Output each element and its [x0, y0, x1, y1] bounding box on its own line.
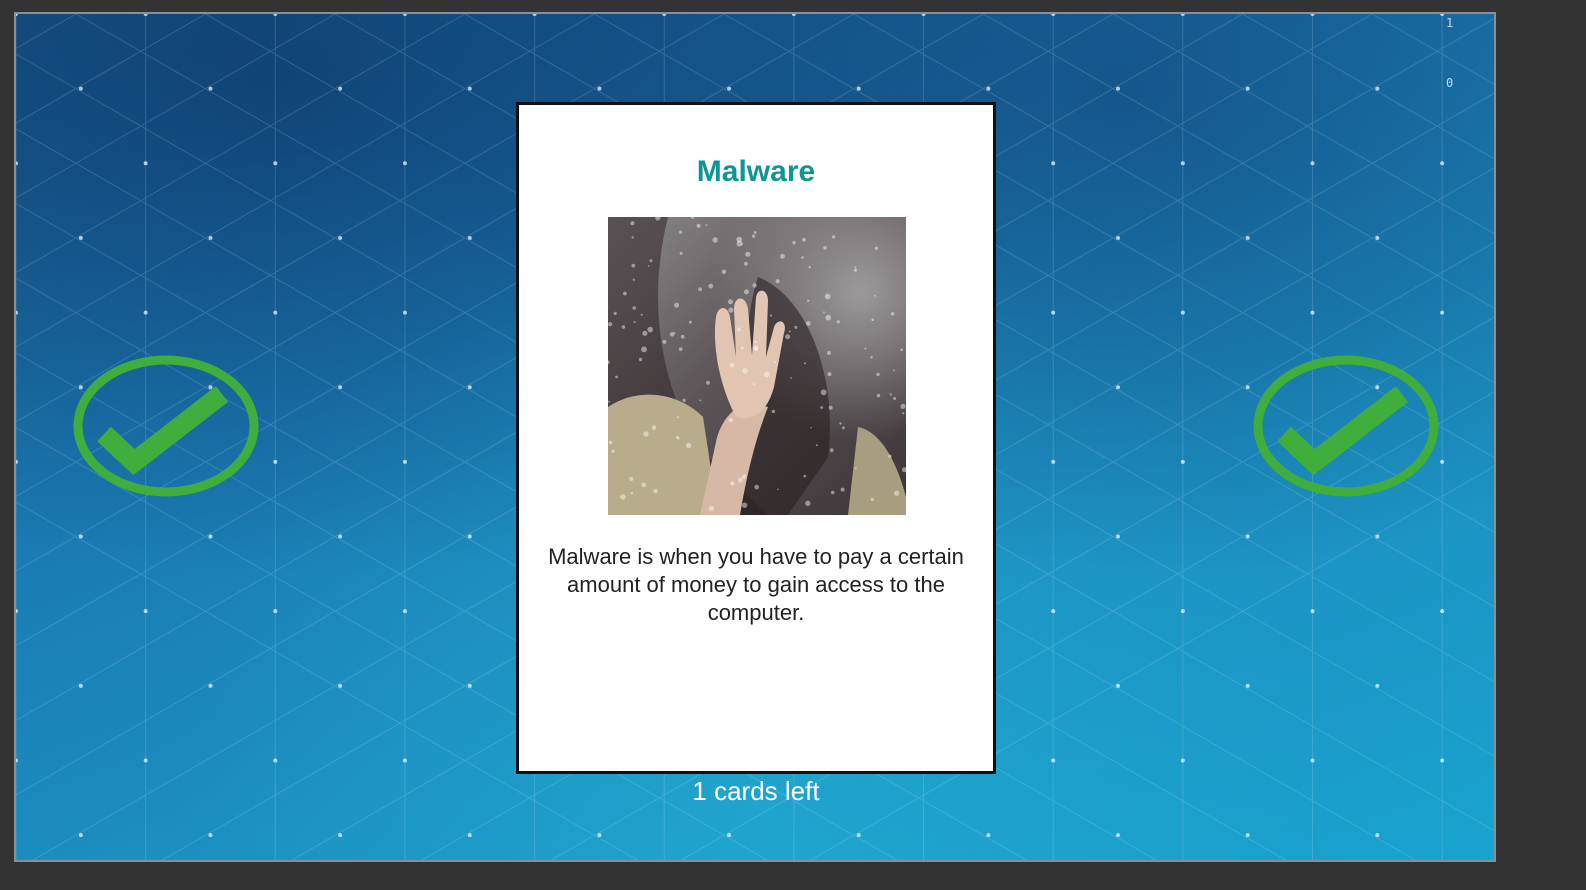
flash-card[interactable]: Malware Malware is when you have to pay …	[516, 102, 996, 774]
corner-digit-top: 1	[1446, 16, 1454, 30]
game-stage: 1 0 Malware Malware is when you have to …	[14, 12, 1496, 862]
card-title: Malware	[696, 155, 816, 188]
rainy-window-hand-image	[608, 217, 906, 515]
right-choice-button[interactable]	[1252, 352, 1440, 500]
checkmark-circle-icon	[73, 355, 259, 497]
corner-digit-bottom: 0	[1446, 76, 1454, 90]
card-description: Malware is when you have to pay a certai…	[548, 544, 964, 625]
checkmark-circle-icon	[1253, 355, 1439, 497]
card-image	[608, 217, 906, 515]
cards-left-counter: 1 cards left	[692, 776, 820, 806]
left-choice-button[interactable]	[72, 352, 260, 500]
